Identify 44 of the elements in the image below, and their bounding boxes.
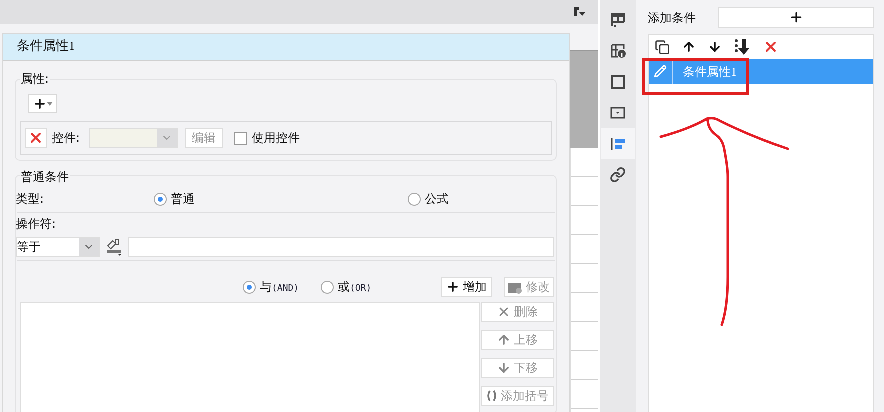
dialog-title: 条件属性1: [17, 38, 75, 56]
radio-button[interactable]: [321, 280, 334, 294]
plus-icon: [788, 10, 804, 25]
add-property-button[interactable]: [28, 94, 57, 113]
control-label: 控件:: [52, 130, 80, 147]
condition-item[interactable]: 条件属性1: [649, 59, 873, 84]
group-title: 普通条件: [20, 168, 70, 186]
radio-label: 公式: [425, 191, 449, 208]
radio-button[interactable]: [243, 280, 256, 294]
plus-icon: [446, 280, 460, 294]
radio-label: 或(OR): [338, 278, 372, 296]
move-to-bottom-icon[interactable]: [734, 39, 751, 55]
delete-icon[interactable]: [763, 39, 779, 55]
dropdown-box-icon: [610, 104, 626, 120]
radio-button[interactable]: [408, 192, 421, 206]
down-arrow-icon: [497, 361, 511, 375]
operator-label: 操作符:: [16, 216, 58, 233]
close-icon: [28, 130, 44, 146]
caret-icon: [46, 102, 52, 106]
radio-label: 与(AND): [260, 278, 300, 296]
pencil-icon: [654, 65, 667, 78]
condition-label: 条件属性1: [683, 64, 737, 80]
value-type-icon[interactable]: [104, 237, 124, 257]
link-icon: [610, 166, 626, 182]
group-title: 属性:: [20, 70, 50, 88]
radio-button[interactable]: [154, 192, 167, 206]
condition-list-icon: [610, 136, 626, 152]
value-input-field[interactable]: [128, 237, 554, 257]
checkbox-label: 使用控件: [252, 130, 300, 147]
type-label: 类型:: [16, 191, 46, 208]
copy-icon[interactable]: [655, 40, 670, 54]
brackets-icon: [486, 390, 498, 402]
checkbox[interactable]: [234, 132, 248, 144]
remove-button[interactable]: [25, 128, 47, 148]
operator-dropdown[interactable]: 等于: [16, 237, 100, 257]
table-icon: [610, 12, 626, 28]
close-icon: [497, 305, 511, 319]
square-icon: [610, 74, 626, 90]
add-button[interactable]: 增加: [441, 277, 492, 297]
flag-dropdown-icon[interactable]: [574, 6, 586, 18]
plus-icon: [32, 96, 46, 110]
add-condition-label: 添加条件: [648, 10, 697, 26]
radio-label: 普通: [171, 191, 195, 208]
table-info-icon: [610, 42, 626, 58]
